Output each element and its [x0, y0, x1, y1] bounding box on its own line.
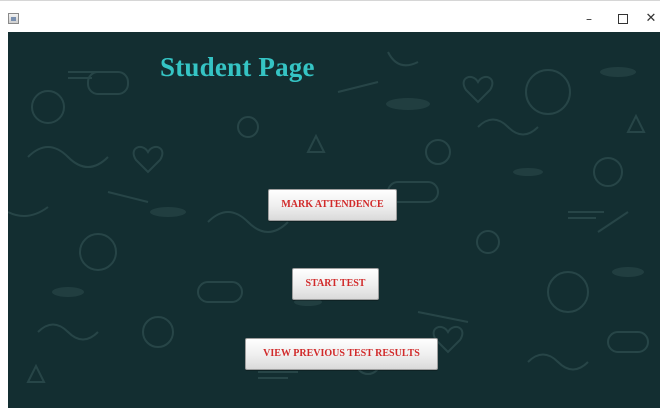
close-button[interactable]: ✕: [638, 9, 660, 29]
student-page-panel: Student Page MARK ATTENDENCE START TEST …: [8, 32, 660, 408]
title-bar[interactable]: – ✕: [0, 0, 660, 32]
maximize-icon: [618, 13, 628, 24]
maximize-button[interactable]: [610, 9, 636, 29]
page-title: Student Page: [160, 52, 315, 82]
view-previous-test-results-button[interactable]: VIEW PREVIOUS TEST RESULTS: [245, 338, 438, 370]
start-test-button[interactable]: START TEST: [292, 268, 379, 300]
mark-attendance-button[interactable]: MARK ATTENDENCE: [268, 189, 397, 221]
app-window: – ✕ Student Page MARK ATTENDENCE START T…: [0, 0, 660, 408]
minimize-button[interactable]: –: [576, 9, 602, 29]
app-icon[interactable]: [8, 13, 19, 24]
